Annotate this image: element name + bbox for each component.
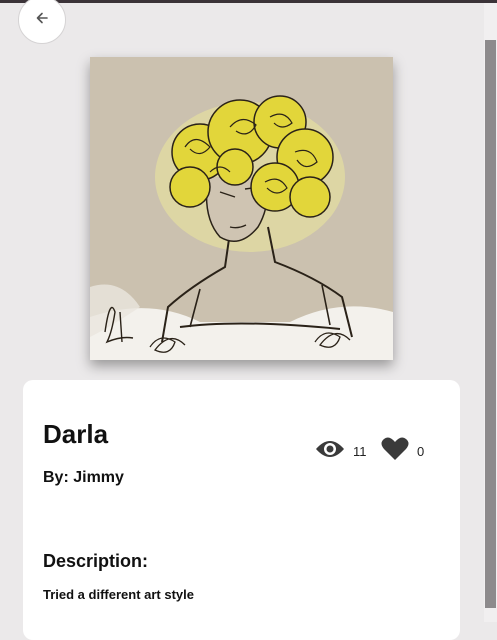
- eye-icon: [315, 439, 345, 464]
- back-button[interactable]: [18, 0, 66, 44]
- artwork-image[interactable]: [90, 57, 393, 360]
- scrollbar-thumb[interactable]: [485, 40, 496, 608]
- window-top-strip: [0, 0, 497, 3]
- artwork-author: By: Jimmy: [43, 469, 124, 486]
- description-text: Tried a different art style: [43, 587, 194, 602]
- heart-icon[interactable]: [381, 437, 409, 466]
- arrow-left-icon: [35, 11, 49, 30]
- views-count: 11: [353, 443, 367, 459]
- description-heading: Description:: [43, 551, 149, 571]
- views-stat: 11: [315, 437, 367, 465]
- likes-stat[interactable]: 0: [381, 437, 424, 465]
- artwork-title: Darla: [43, 419, 109, 449]
- likes-count: 0: [417, 443, 425, 459]
